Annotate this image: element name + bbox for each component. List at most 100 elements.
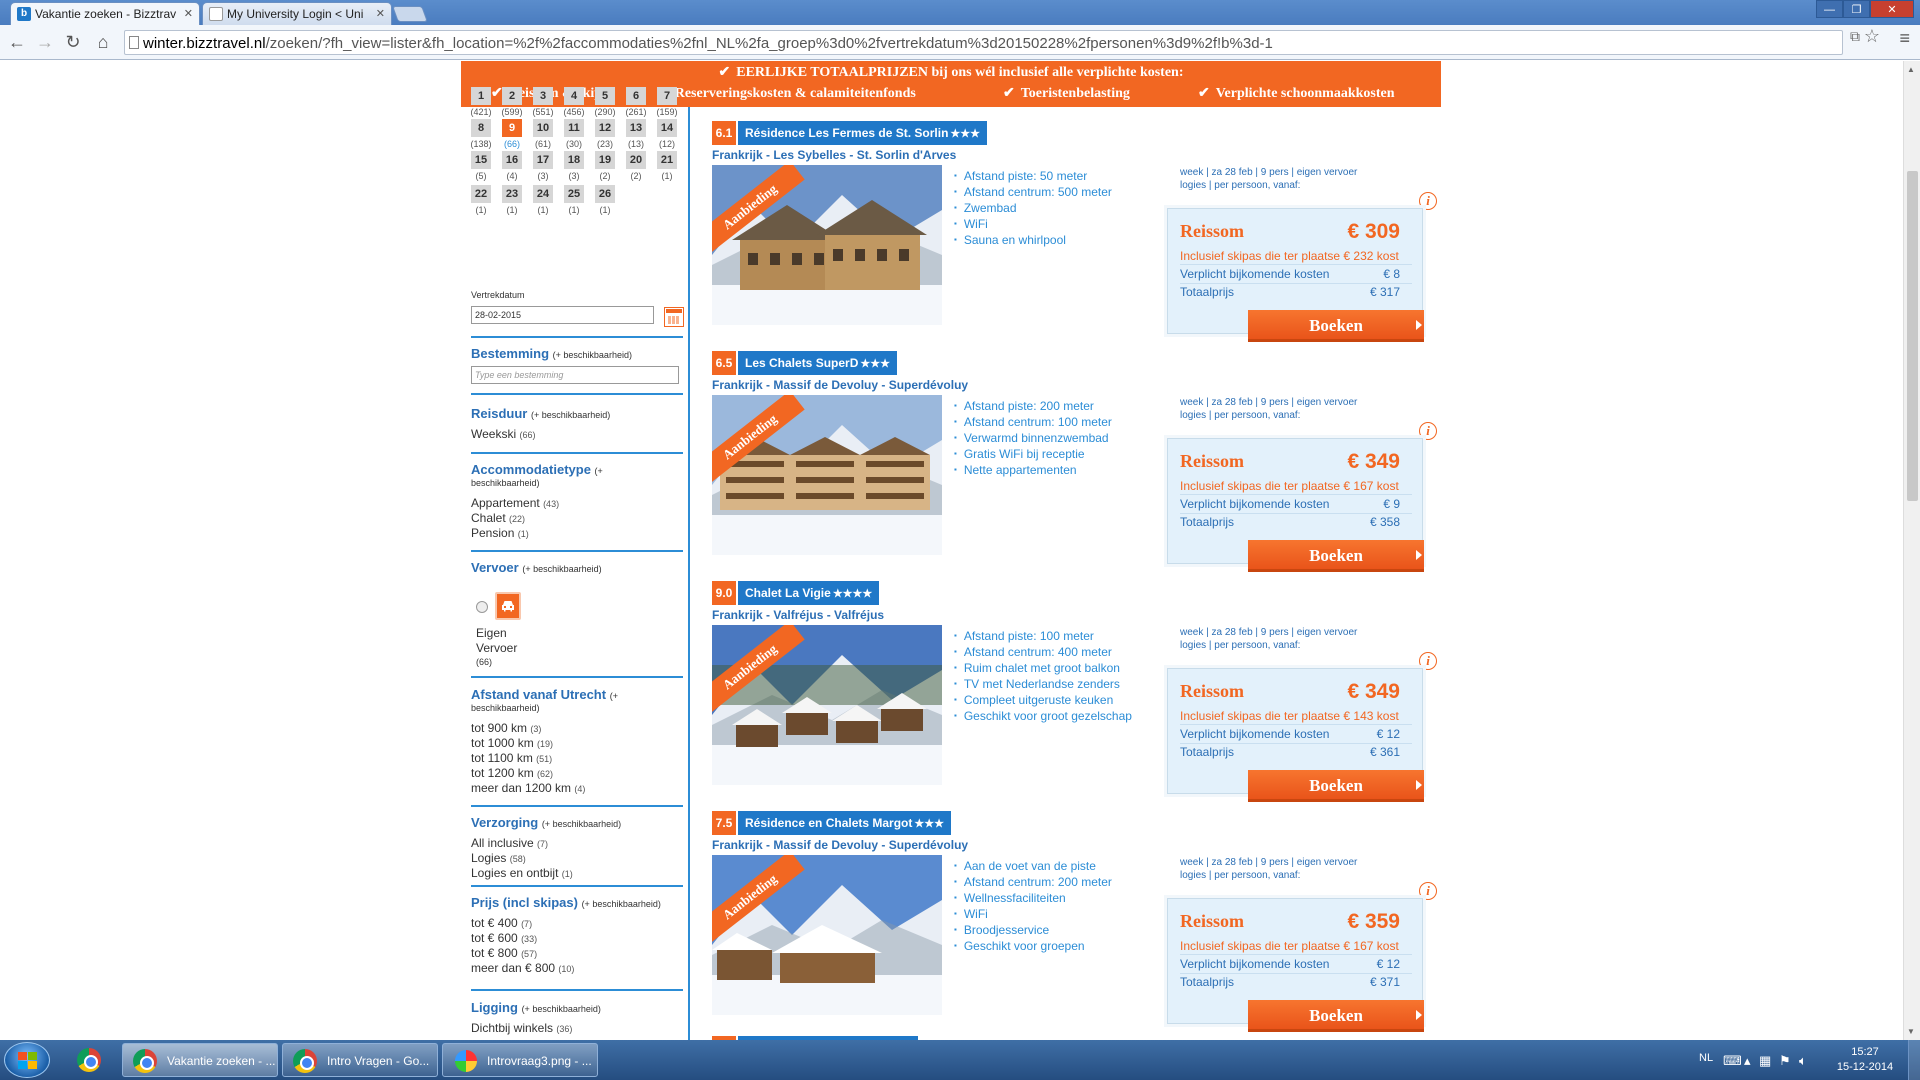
calendar-icon[interactable]	[664, 307, 684, 327]
forward-icon[interactable]: →	[34, 32, 56, 52]
filter-option[interactable]: Dichtbij winkels (36)	[471, 1021, 572, 1035]
day-option-10[interactable]: 10	[533, 119, 553, 137]
restore-icon[interactable]: ❐	[1843, 0, 1870, 18]
day-option-18[interactable]: 18	[564, 151, 584, 169]
day-option-12[interactable]: 12	[595, 119, 615, 137]
location-link[interactable]: Frankrijk - Massif de Devoluy - Superdév…	[712, 838, 968, 852]
banner-item: ✔Reserveringskosten & calamiteitenfonds	[657, 86, 916, 101]
tab-close-icon[interactable]: ✕	[184, 7, 193, 20]
filter-option[interactable]: tot 1200 km (62)	[471, 766, 553, 780]
filter-option[interactable]: Pension (1)	[471, 526, 529, 540]
filter-option[interactable]: Appartement (43)	[471, 496, 559, 510]
show-desktop-button[interactable]	[1908, 1040, 1920, 1080]
bookmark-star-icon[interactable]: ☆	[1864, 26, 1880, 47]
filter-option[interactable]: tot 1000 km (19)	[471, 736, 553, 750]
filter-option[interactable]: All inclusive (7)	[471, 836, 548, 850]
car-icon[interactable]	[495, 592, 521, 620]
day-option-21[interactable]: 21	[657, 151, 677, 169]
day-option-24[interactable]: 24	[533, 185, 553, 203]
day-option-23[interactable]: 23	[502, 185, 522, 203]
browser-tab-university[interactable]: My University Login < Uni ✕	[202, 2, 392, 25]
back-icon[interactable]: ←	[6, 32, 28, 52]
location-link[interactable]: Frankrijk - Valfréjus - Valfréjus	[712, 608, 884, 622]
vervoer-option-count: (66)	[476, 657, 493, 667]
address-bar[interactable]: winter.bizztravel.nl/zoeken/?fh_view=lis…	[124, 30, 1843, 55]
filter-option[interactable]: tot 900 km (3)	[471, 721, 541, 735]
day-option-6[interactable]: 6	[626, 87, 646, 105]
day-option-7[interactable]: 7	[657, 87, 677, 105]
scrollbar-thumb[interactable]	[1907, 171, 1918, 501]
location-link[interactable]: Frankrijk - Les Sybelles - St. Sorlin d'…	[712, 148, 956, 162]
accommodation-name-link[interactable]: Les Chalets SuperD ★★★	[738, 351, 897, 375]
day-option-5[interactable]: 5	[595, 87, 615, 105]
day-option-8[interactable]: 8	[471, 119, 491, 137]
taskbar-item[interactable]: Vakantie zoeken - ...	[122, 1043, 278, 1077]
tray-up-icon[interactable]: ▴	[1744, 1053, 1751, 1069]
book-button[interactable]: Boeken	[1248, 310, 1424, 342]
browser-tab-bizztravel[interactable]: b Vakantie zoeken - Bizztrav ✕	[10, 2, 200, 25]
start-button[interactable]	[4, 1042, 50, 1078]
day-option-25[interactable]: 25	[564, 185, 584, 203]
book-button[interactable]: Boeken	[1248, 1000, 1424, 1032]
vertrekdatum-input[interactable]: 28-02-2015	[471, 306, 654, 324]
accommodation-photo[interactable]: Aanbieding	[712, 395, 942, 555]
book-button[interactable]: Boeken	[1248, 770, 1424, 802]
scroll-up-icon[interactable]: ▲	[1907, 65, 1915, 74]
taskbar-item[interactable]: Intro Vragen - Go...	[282, 1043, 438, 1077]
filter-option[interactable]: tot € 800 (57)	[471, 946, 537, 960]
filter-option[interactable]: Logies (58)	[471, 851, 526, 865]
day-option-14[interactable]: 14	[657, 119, 677, 137]
day-option-4[interactable]: 4	[564, 87, 584, 105]
vervoer-radio[interactable]	[476, 601, 488, 613]
network-icon[interactable]: ▦	[1759, 1053, 1771, 1069]
day-option-2[interactable]: 2	[502, 87, 522, 105]
accommodation-photo[interactable]: Aanbieding	[712, 625, 942, 785]
day-option-22[interactable]: 22	[471, 185, 491, 203]
accommodation-name-link[interactable]: Résidence en Chalets Margot ★★★	[738, 811, 951, 835]
day-option-11[interactable]: 11	[564, 119, 584, 137]
location-link[interactable]: Frankrijk - Massif de Devoluy - Superdév…	[712, 378, 968, 392]
clock[interactable]: 15:27 15-12-2014	[1830, 1045, 1900, 1075]
filter-option[interactable]: Logies en ontbijt (1)	[471, 866, 573, 880]
taskbar-item[interactable]: Introvraag3.png - ...	[442, 1043, 598, 1077]
translate-icon[interactable]: ⧉	[1850, 28, 1860, 45]
day-option-3[interactable]: 3	[533, 87, 553, 105]
volume-icon[interactable]: 🔈︎	[1799, 1053, 1807, 1069]
day-option-26[interactable]: 26	[595, 185, 615, 203]
accommodation-photo[interactable]: Aanbieding	[712, 855, 942, 1015]
new-tab-button[interactable]	[392, 6, 428, 22]
accommodation-name-link[interactable]: Résidence Les Fermes de St. Sorlin ★★★	[738, 121, 988, 145]
day-option-19[interactable]: 19	[595, 151, 615, 169]
flag-icon[interactable]: ⚑	[1779, 1053, 1791, 1069]
minimize-icon[interactable]: —	[1816, 0, 1843, 18]
bestemming-input[interactable]: Type een bestemming	[471, 366, 679, 384]
filter-option[interactable]: Weekski (66)	[471, 427, 535, 441]
reload-icon[interactable]: ↻	[62, 32, 84, 52]
day-option-9[interactable]: 9	[502, 119, 522, 137]
language-indicator[interactable]: NL	[1699, 1052, 1713, 1064]
keyboard-icon[interactable]: ⌨	[1723, 1053, 1742, 1069]
menu-icon[interactable]: ≡	[1899, 28, 1910, 49]
window-close-icon[interactable]: ✕	[1870, 0, 1914, 18]
accommodation-photo[interactable]: Aanbieding	[712, 165, 942, 325]
day-option-16[interactable]: 16	[502, 151, 522, 169]
vertical-scrollbar[interactable]: ▲ ▼	[1903, 61, 1920, 1040]
filter-option[interactable]: tot € 400 (7)	[471, 916, 532, 930]
day-option-17[interactable]: 17	[533, 151, 553, 169]
home-icon[interactable]: ⌂	[92, 32, 114, 52]
filter-option[interactable]: meer dan € 800 (10)	[471, 961, 574, 975]
book-button[interactable]: Boeken	[1248, 540, 1424, 572]
accommodation-name-link[interactable]: Chalet La Vigie ★★★★	[738, 581, 880, 605]
filter-option[interactable]: Chalet (22)	[471, 511, 525, 525]
divider	[1180, 513, 1412, 514]
chrome-pinned-button[interactable]	[64, 1043, 116, 1077]
filter-option[interactable]: tot 1100 km (51)	[471, 751, 552, 765]
filter-option[interactable]: tot € 600 (33)	[471, 931, 537, 945]
scroll-down-icon[interactable]: ▼	[1907, 1027, 1915, 1036]
day-option-1[interactable]: 1	[471, 87, 491, 105]
tab-close-icon[interactable]: ✕	[376, 7, 385, 20]
day-option-20[interactable]: 20	[626, 151, 646, 169]
day-option-13[interactable]: 13	[626, 119, 646, 137]
filter-option[interactable]: meer dan 1200 km (4)	[471, 781, 585, 795]
day-option-15[interactable]: 15	[471, 151, 491, 169]
